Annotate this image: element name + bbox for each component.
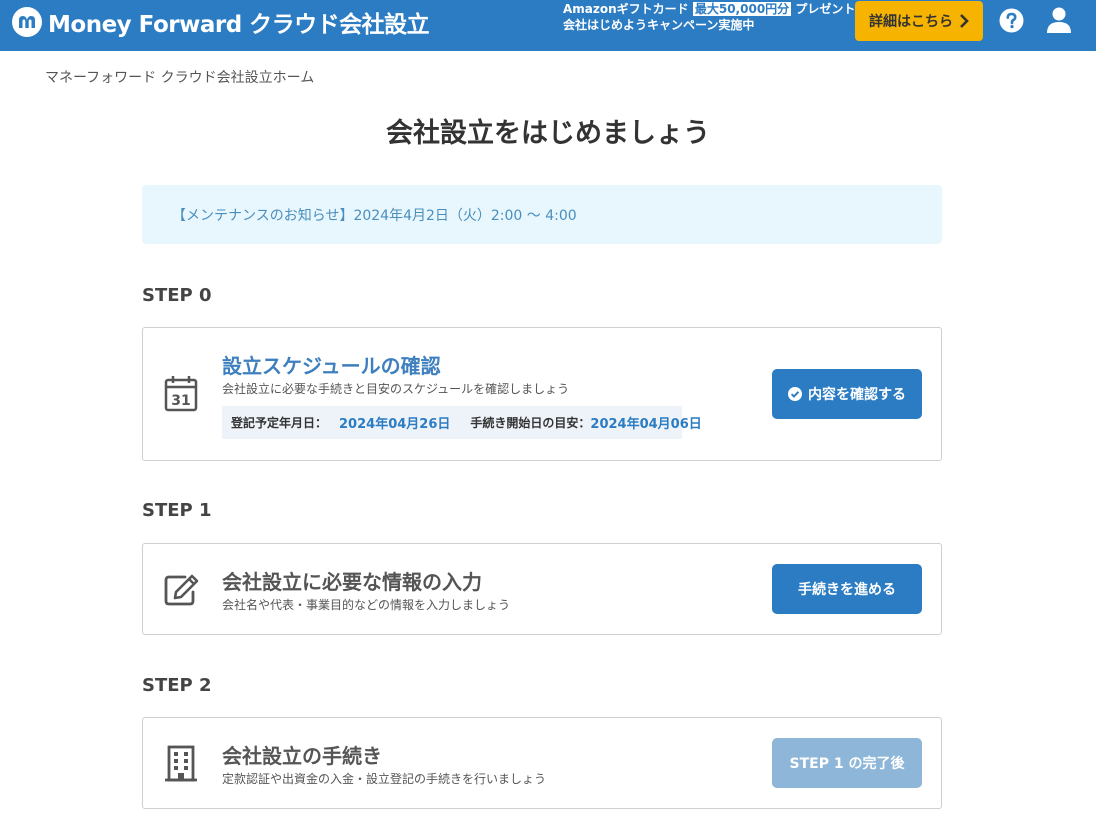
registration-date-value: 2024年04月26日 bbox=[339, 417, 451, 432]
step-1-card: 会社設立に必要な情報の入力 会社名や代表・事業目的などの情報を入力しましょう 手… bbox=[142, 543, 942, 635]
step-0-card: 31 設立スケジュールの確認 会社設立に必要な手続きと目安のスケジュールを確認し… bbox=[142, 327, 942, 461]
step-2-label: STEP 2 bbox=[142, 675, 212, 696]
promo-details-button[interactable]: 詳細はこちら bbox=[855, 1, 983, 41]
proceed-button[interactable]: 手続きを進める bbox=[772, 564, 922, 614]
logo[interactable]: Money Forward クラウド会社設立 bbox=[12, 6, 430, 38]
edit-icon bbox=[164, 574, 199, 606]
step-1-description: 会社名や代表・事業目的などの情報を入力しましょう bbox=[222, 598, 511, 612]
promo-text-pre: Amazonギフトカード bbox=[563, 2, 689, 16]
confirm-schedule-button[interactable]: 内容を確認する bbox=[772, 369, 922, 419]
svg-text:31: 31 bbox=[171, 393, 190, 409]
help-icon[interactable] bbox=[999, 8, 1024, 33]
promo-banner: Amazonギフトカード 最大50,000円分 プレゼント！ 会社はじめようキャ… bbox=[563, 1, 867, 33]
calendar-icon: 31 bbox=[164, 376, 198, 412]
check-circle-icon bbox=[788, 387, 802, 401]
step-1-title: 会社設立に必要な情報の入力 bbox=[222, 570, 482, 594]
step-1-label: STEP 1 bbox=[142, 500, 212, 521]
promo-highlight: 最大50,000円分 bbox=[692, 2, 792, 16]
step-0-title: 設立スケジュールの確認 bbox=[222, 354, 441, 378]
promo-campaign: 会社はじめようキャンペーン実施中 bbox=[563, 18, 755, 32]
maintenance-notice-text: 【メンテナンスのお知らせ】2024年4月2日（火）2:00 〜 4:00 bbox=[172, 207, 577, 224]
step-2-disabled-button[interactable]: STEP 1 の完了後 bbox=[772, 738, 922, 788]
step-0-description: 会社設立に必要な手続きと目安のスケジュールを確認しましょう bbox=[222, 382, 570, 396]
money-forward-logo-icon bbox=[12, 7, 42, 37]
breadcrumb[interactable]: マネーフォワード クラウド会社設立ホーム bbox=[45, 67, 314, 87]
maintenance-notice[interactable]: 【メンテナンスのお知らせ】2024年4月2日（火）2:00 〜 4:00 bbox=[142, 185, 942, 244]
step-2-title: 会社設立の手続き bbox=[222, 744, 382, 768]
proceed-label: 手続きを進める bbox=[798, 582, 896, 598]
logo-text: Money Forward クラウド会社設立 bbox=[48, 12, 430, 38]
confirm-schedule-label: 内容を確認する bbox=[808, 387, 906, 403]
chevron-right-icon bbox=[960, 14, 969, 28]
step-2-button-label: STEP 1 の完了後 bbox=[789, 756, 905, 772]
step-0-label: STEP 0 bbox=[142, 285, 212, 306]
step-2-description: 定款認証や出資金の入金・設立登記の手続きを行いましょう bbox=[222, 772, 547, 786]
schedule-info: 登記予定年月日： 2024年04月26日 手続き開始日の目安： 2024年04月… bbox=[222, 406, 702, 439]
step-2-card: 会社設立の手続き 定款認証や出資金の入金・設立登記の手続きを行いましょう STE… bbox=[142, 717, 942, 809]
page-title: 会社設立をはじめましょう bbox=[386, 118, 710, 149]
start-date-label: 手続き開始日の目安： bbox=[470, 416, 591, 430]
user-icon[interactable] bbox=[1046, 6, 1072, 34]
top-header: Money Forward クラウド会社設立 Amazonギフトカード 最大50… bbox=[0, 0, 1096, 51]
start-date-value: 2024年04月06日 bbox=[590, 417, 702, 432]
registration-date-label: 登記予定年月日： bbox=[231, 416, 328, 430]
building-icon bbox=[165, 745, 197, 782]
promo-details-label: 詳細はこちら bbox=[869, 14, 953, 30]
